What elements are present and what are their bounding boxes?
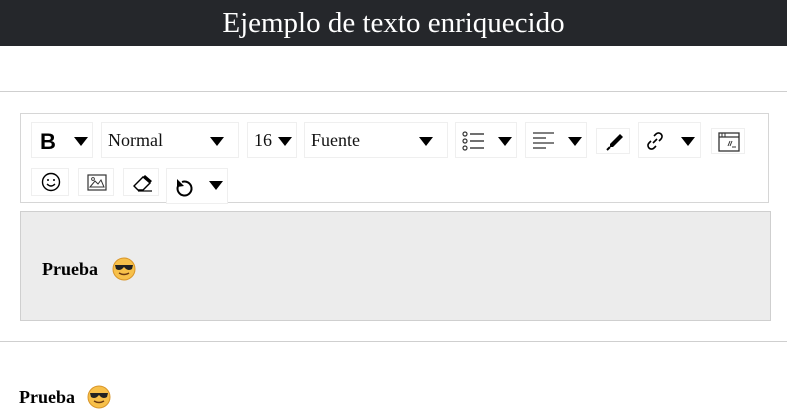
align-dropdown[interactable] bbox=[525, 122, 587, 158]
block-type-dropdown[interactable]: Normal bbox=[101, 122, 239, 158]
font-size-dropdown[interactable]: 16 bbox=[247, 122, 297, 158]
sunglasses-emoji-icon bbox=[87, 385, 111, 409]
chevron-down-icon bbox=[568, 137, 582, 146]
eyedropper-icon bbox=[606, 134, 623, 151]
preview-text: Prueba bbox=[19, 387, 75, 407]
bold-label: B bbox=[40, 129, 56, 154]
block-type-value: Normal bbox=[108, 129, 163, 150]
bold-dropdown[interactable]: B bbox=[31, 122, 93, 158]
chevron-down-icon bbox=[419, 137, 433, 146]
clear-format-button[interactable] bbox=[123, 168, 159, 196]
sunglasses-emoji-icon bbox=[112, 257, 136, 281]
image-icon bbox=[87, 174, 107, 191]
font-size-value: 16 bbox=[254, 129, 272, 150]
chevron-down-icon bbox=[498, 137, 512, 146]
align-left-icon bbox=[533, 132, 554, 149]
list-icon bbox=[462, 131, 484, 151]
editor-text: Prueba bbox=[42, 259, 98, 279]
font-family-dropdown[interactable]: Fuente bbox=[304, 122, 448, 158]
editor-area[interactable]: Prueba bbox=[20, 211, 771, 321]
undo-icon bbox=[176, 179, 193, 197]
history-dropdown[interactable] bbox=[166, 168, 228, 204]
color-picker-button[interactable] bbox=[596, 128, 630, 154]
editor-toolbar: B Normal 16 Fuente bbox=[20, 113, 769, 204]
link-dropdown[interactable] bbox=[638, 122, 701, 158]
eraser-icon bbox=[133, 175, 152, 192]
list-dropdown[interactable] bbox=[455, 122, 517, 158]
divider-top bbox=[0, 91, 787, 92]
page-header: Ejemplo de texto enriquecido bbox=[0, 0, 787, 46]
embed-icon bbox=[718, 132, 740, 152]
chevron-down-icon bbox=[278, 137, 292, 146]
divider-bottom bbox=[0, 341, 787, 342]
chevron-down-icon bbox=[681, 137, 695, 146]
emoji-button[interactable] bbox=[31, 168, 69, 196]
image-button[interactable] bbox=[78, 168, 114, 196]
link-icon bbox=[647, 132, 663, 150]
chevron-down-icon bbox=[209, 181, 223, 190]
chevron-down-icon bbox=[210, 137, 224, 146]
font-family-value: Fuente bbox=[311, 129, 360, 150]
embed-button[interactable] bbox=[711, 128, 745, 154]
smiley-icon bbox=[41, 172, 61, 192]
page-title: Ejemplo de texto enriquecido bbox=[222, 6, 565, 39]
chevron-down-icon bbox=[74, 137, 88, 146]
